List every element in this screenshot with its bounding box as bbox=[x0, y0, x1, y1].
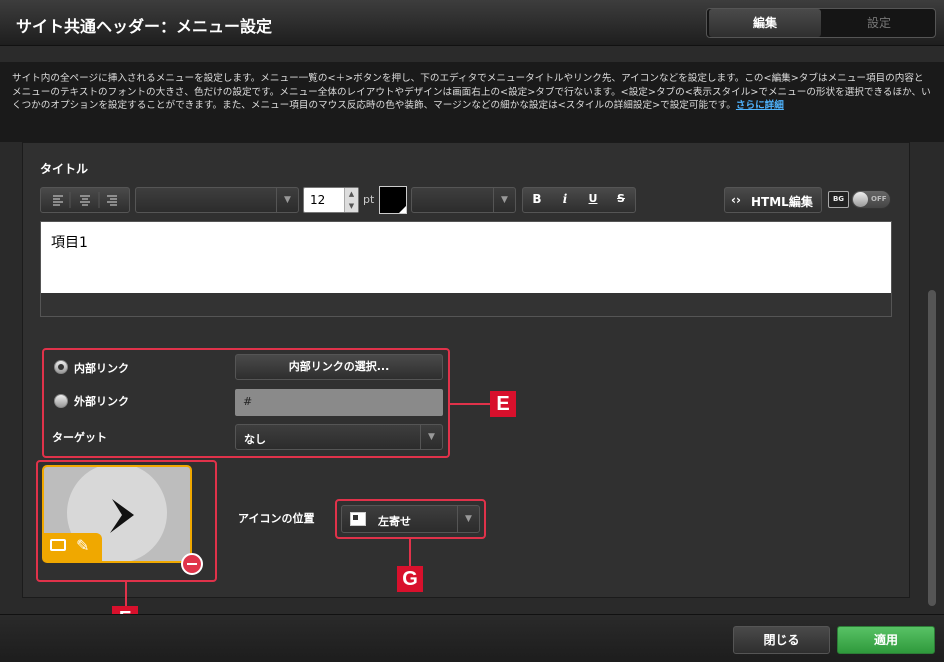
font-unit: pt bbox=[363, 193, 375, 206]
font-size-stepper[interactable]: 12 ▲ ▼ bbox=[303, 187, 359, 213]
color-dropdown-icon bbox=[399, 206, 406, 213]
align-right-icon[interactable] bbox=[99, 188, 129, 212]
chevron-down-icon: ▼ bbox=[420, 425, 442, 449]
more-details-link[interactable]: さらに詳細 bbox=[736, 100, 784, 111]
apply-button[interactable]: 適用 bbox=[837, 626, 935, 654]
code-icon: ‹› bbox=[731, 193, 741, 207]
bg-toggle[interactable]: OFF bbox=[851, 190, 891, 209]
toggle-knob bbox=[853, 192, 868, 207]
tab-settings[interactable]: 設定 bbox=[823, 9, 935, 37]
font-family-select[interactable]: ▼ bbox=[135, 187, 299, 213]
icon-position-select[interactable]: 左寄せ ▼ bbox=[341, 505, 480, 533]
strikethrough-icon[interactable]: S bbox=[607, 192, 635, 205]
tab-edit[interactable]: 編集 bbox=[709, 9, 821, 37]
target-value: なし bbox=[244, 433, 266, 446]
scrollbar[interactable] bbox=[928, 290, 936, 606]
mode-tabs: 編集 設定 bbox=[706, 8, 936, 38]
html-edit-label: HTML編集 bbox=[751, 195, 813, 209]
callout-g-line bbox=[409, 539, 411, 566]
select-internal-link-button[interactable]: 内部リンクの選択... bbox=[235, 354, 443, 380]
callout-g-badge: G bbox=[397, 566, 423, 592]
bg-label: BG bbox=[828, 191, 849, 208]
italic-icon[interactable]: i bbox=[551, 192, 579, 206]
callout-f-line bbox=[125, 582, 127, 606]
text-style-select[interactable]: ▼ bbox=[411, 187, 516, 213]
align-left-icon[interactable] bbox=[41, 188, 70, 212]
target-select[interactable]: なし ▼ bbox=[235, 424, 443, 450]
chevron-down-icon: ▼ bbox=[457, 506, 479, 532]
callout-e-line bbox=[450, 403, 490, 405]
editor-footer bbox=[41, 293, 891, 316]
remove-icon[interactable] bbox=[181, 553, 203, 575]
layout-glyph bbox=[353, 515, 358, 520]
internal-link-label: 内部リンク bbox=[74, 362, 129, 375]
chevron-down-icon: ▼ bbox=[276, 188, 298, 212]
title-label: タイトル bbox=[40, 162, 89, 176]
external-link-radio[interactable] bbox=[54, 394, 68, 408]
editor-content: 項目1 bbox=[51, 235, 88, 251]
close-button[interactable]: 閉じる bbox=[733, 626, 830, 654]
external-url-input[interactable]: # bbox=[235, 389, 443, 416]
background-strip bbox=[0, 46, 944, 62]
thumbnail-actions: ✎ bbox=[44, 533, 102, 561]
icon-position-label: アイコンの位置 bbox=[238, 512, 315, 525]
minus-glyph bbox=[187, 563, 197, 565]
internal-link-radio[interactable] bbox=[54, 360, 68, 374]
description-text: サイト内の全ページに挿入されるメニューを設定します。メニュー一覧の<＋>ボタンを… bbox=[12, 73, 931, 112]
external-link-label: 外部リンク bbox=[74, 395, 129, 408]
dialog-title: サイト共通ヘッダー：メニュー設定 bbox=[16, 17, 273, 36]
menu-icon-thumbnail[interactable]: ✎ bbox=[42, 465, 192, 563]
chevron-down-icon: ▼ bbox=[493, 188, 515, 212]
callout-e-badge: E bbox=[490, 391, 516, 417]
stepper-arrows-icon[interactable]: ▲ ▼ bbox=[344, 188, 358, 212]
align-group bbox=[40, 187, 130, 213]
format-group: B i U S bbox=[522, 187, 636, 213]
target-label: ターゲット bbox=[52, 431, 107, 444]
bold-icon[interactable]: B bbox=[523, 192, 551, 206]
html-edit-button[interactable]: ‹› HTML編集 bbox=[724, 187, 822, 213]
align-left-layout-icon bbox=[350, 512, 366, 526]
text-color-picker[interactable] bbox=[379, 186, 407, 214]
toggle-label: OFF bbox=[871, 195, 887, 203]
align-center-icon[interactable] bbox=[70, 188, 99, 212]
folder-icon[interactable] bbox=[50, 539, 66, 551]
font-size-value: 12 bbox=[310, 193, 326, 207]
description: サイト内の全ページに挿入されるメニューを設定します。メニュー一覧の<＋>ボタンを… bbox=[0, 62, 944, 142]
underline-icon[interactable]: U bbox=[579, 192, 607, 205]
icon-position-value: 左寄せ bbox=[378, 515, 411, 528]
pencil-icon[interactable]: ✎ bbox=[76, 536, 89, 555]
